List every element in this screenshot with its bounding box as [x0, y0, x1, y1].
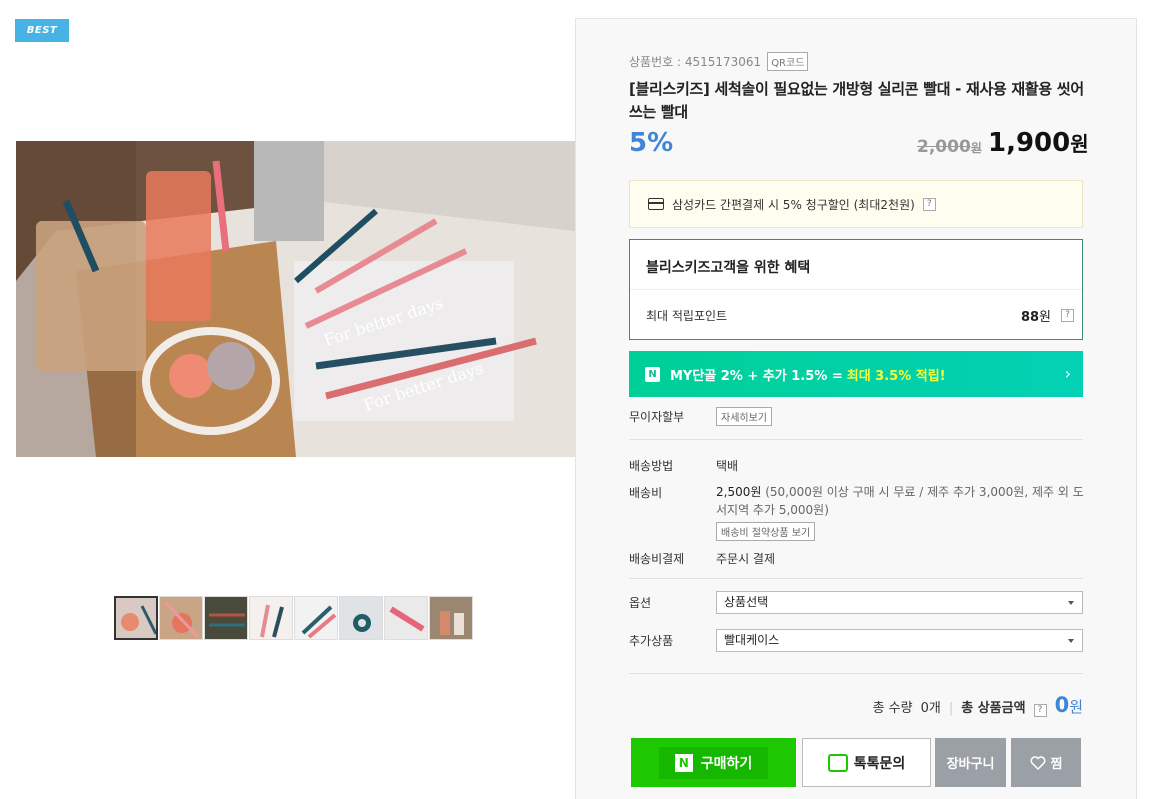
- installment-detail-button[interactable]: 자세히보기: [716, 407, 772, 426]
- thumbnail-3[interactable]: [204, 596, 248, 640]
- thumbnail-7[interactable]: [384, 596, 428, 640]
- order-total: 총 수량 0개 | 총 상품금액 ? 0 원: [873, 693, 1083, 717]
- shipping-method-value: 택배: [716, 459, 739, 473]
- addon-select-value: 빨대케이스: [724, 633, 780, 647]
- divider: [629, 578, 1083, 579]
- product-number: 상품번호 : 4515173061 QR코드: [629, 52, 809, 71]
- max-points-value: 88원 ?: [1021, 306, 1074, 325]
- cart-button[interactable]: 장바구니: [935, 738, 1006, 787]
- thumbnail-5[interactable]: [294, 596, 338, 640]
- thumbnail-8[interactable]: [429, 596, 473, 640]
- sale-price: 1,900원: [988, 128, 1089, 158]
- total-amount-label: 총 상품금액: [961, 701, 1026, 716]
- best-badge: BEST: [15, 19, 69, 42]
- thumbnail-image: [205, 597, 247, 639]
- talk-label: 톡톡문의: [853, 755, 906, 772]
- benefit-divider: [630, 289, 1082, 290]
- total-amount-unit: 원: [1069, 698, 1083, 716]
- discount-rate: 5%: [629, 128, 674, 158]
- shipping-payment-value: 주문시 결제: [716, 552, 776, 566]
- total-amount: 0: [1054, 693, 1070, 717]
- points-amount: 88: [1020, 310, 1040, 325]
- main-product-illustration: For better days For better days: [16, 141, 575, 457]
- option-label: 옵션: [629, 596, 652, 610]
- product-number-text: 상품번호 : 4515173061: [629, 55, 762, 69]
- naver-pay-icon: N: [645, 366, 660, 382]
- thumbnail-2[interactable]: [159, 596, 203, 640]
- npay-highlight: 최대 3.5% 적립!: [846, 368, 946, 384]
- chat-bubble-icon: [827, 753, 848, 772]
- buy-label: 구매하기: [700, 755, 753, 772]
- npay-text: MY단골 2% + 추가 1.5% =: [670, 368, 843, 384]
- benefit-title: 블리스키즈고객을 위한 혜택: [646, 260, 811, 276]
- original-price-unit: 원: [970, 141, 982, 155]
- shipping-fee-value: 2,500원 (50,000원 이상 구매 시 무료 / 제주 추가 3,000…: [716, 483, 1086, 519]
- sale-price-unit: 원: [1070, 132, 1089, 156]
- help-icon[interactable]: ?: [1061, 309, 1074, 322]
- max-points-label: 최대 적립포인트: [646, 309, 728, 323]
- benefit-box: 블리스키즈고객을 위한 혜택 최대 적립포인트 88원 ?: [629, 239, 1083, 340]
- installment-label: 무이자할부: [629, 410, 685, 424]
- buy-button[interactable]: N 구매하기: [631, 738, 796, 787]
- card-promo-text: 삼성카드 간편결제 시 5% 청구할인 (최대2천원): [672, 197, 915, 212]
- help-icon[interactable]: ?: [1033, 704, 1047, 717]
- separator: |: [948, 701, 954, 716]
- dropdown-arrow-icon: [1068, 639, 1074, 643]
- heart-icon: [1030, 755, 1045, 770]
- thumbnail-6[interactable]: [339, 596, 383, 640]
- thumbnail-image: [250, 597, 292, 639]
- thumbnail-image: [385, 597, 427, 639]
- thumbnail-image: [160, 597, 202, 639]
- credit-card-icon: [648, 198, 664, 210]
- total-qty-label: 총 수량: [872, 701, 913, 716]
- naver-logo-icon: N: [674, 753, 693, 772]
- card-promo-box: 삼성카드 간편결제 시 5% 청구할인 (최대2천원) ?: [629, 180, 1083, 228]
- thumbnail-image: [430, 597, 472, 639]
- wish-label: 찜: [1050, 757, 1063, 772]
- shipping-payment-label: 배송비결제: [629, 552, 685, 566]
- option-select[interactable]: 상품선택: [716, 591, 1083, 614]
- shipping-fee-label: 배송비: [629, 486, 663, 500]
- divider: [629, 439, 1083, 440]
- original-price: 2,000원: [917, 137, 982, 157]
- npay-membership-banner[interactable]: N MY단골 2% + 추가 1.5% = 최대 3.5% 적립! ›: [629, 351, 1083, 397]
- dropdown-arrow-icon: [1068, 601, 1074, 605]
- product-title: [블리스키즈] 세척솔이 필요없는 개방형 실리콘 빨대 - 재사용 재활용 씻…: [629, 80, 1084, 121]
- shipping-saving-button[interactable]: 배송비 절약상품 보기: [716, 522, 816, 541]
- thumbnail-1[interactable]: [114, 596, 158, 640]
- divider: [629, 673, 1083, 674]
- addon-select[interactable]: 빨대케이스: [716, 629, 1083, 652]
- help-icon[interactable]: ?: [922, 197, 936, 211]
- thumbnail-image: [116, 598, 156, 638]
- thumbnail-image: [340, 597, 382, 639]
- sale-price-value: 1,900: [988, 128, 1071, 158]
- thumbnail-image: [295, 597, 337, 639]
- shipping-fee-amount: 2,500원: [716, 485, 762, 499]
- thumbnail-strip: [114, 596, 473, 640]
- chevron-right-icon: ›: [1064, 364, 1071, 383]
- thumbnail-4[interactable]: [249, 596, 293, 640]
- cart-label: 장바구니: [946, 757, 995, 772]
- original-price-value: 2,000: [917, 137, 971, 157]
- buy-button-inner: N 구매하기: [658, 746, 769, 779]
- talk-inquiry-button[interactable]: 톡톡문의: [802, 738, 931, 787]
- total-qty-value: 0개: [920, 701, 941, 716]
- main-product-image[interactable]: For better days For better days: [16, 141, 575, 457]
- option-select-value: 상품선택: [724, 595, 769, 609]
- shipping-fee-detail: (50,000원 이상 구매 시 무료 / 제주 추가 3,000원, 제주 외…: [716, 485, 1084, 517]
- points-unit: 원: [1039, 310, 1051, 325]
- shipping-method-label: 배송방법: [629, 459, 674, 473]
- wishlist-button[interactable]: 찜: [1011, 738, 1081, 787]
- qr-code-button[interactable]: QR코드: [767, 52, 809, 71]
- addon-label: 추가상품: [629, 634, 674, 648]
